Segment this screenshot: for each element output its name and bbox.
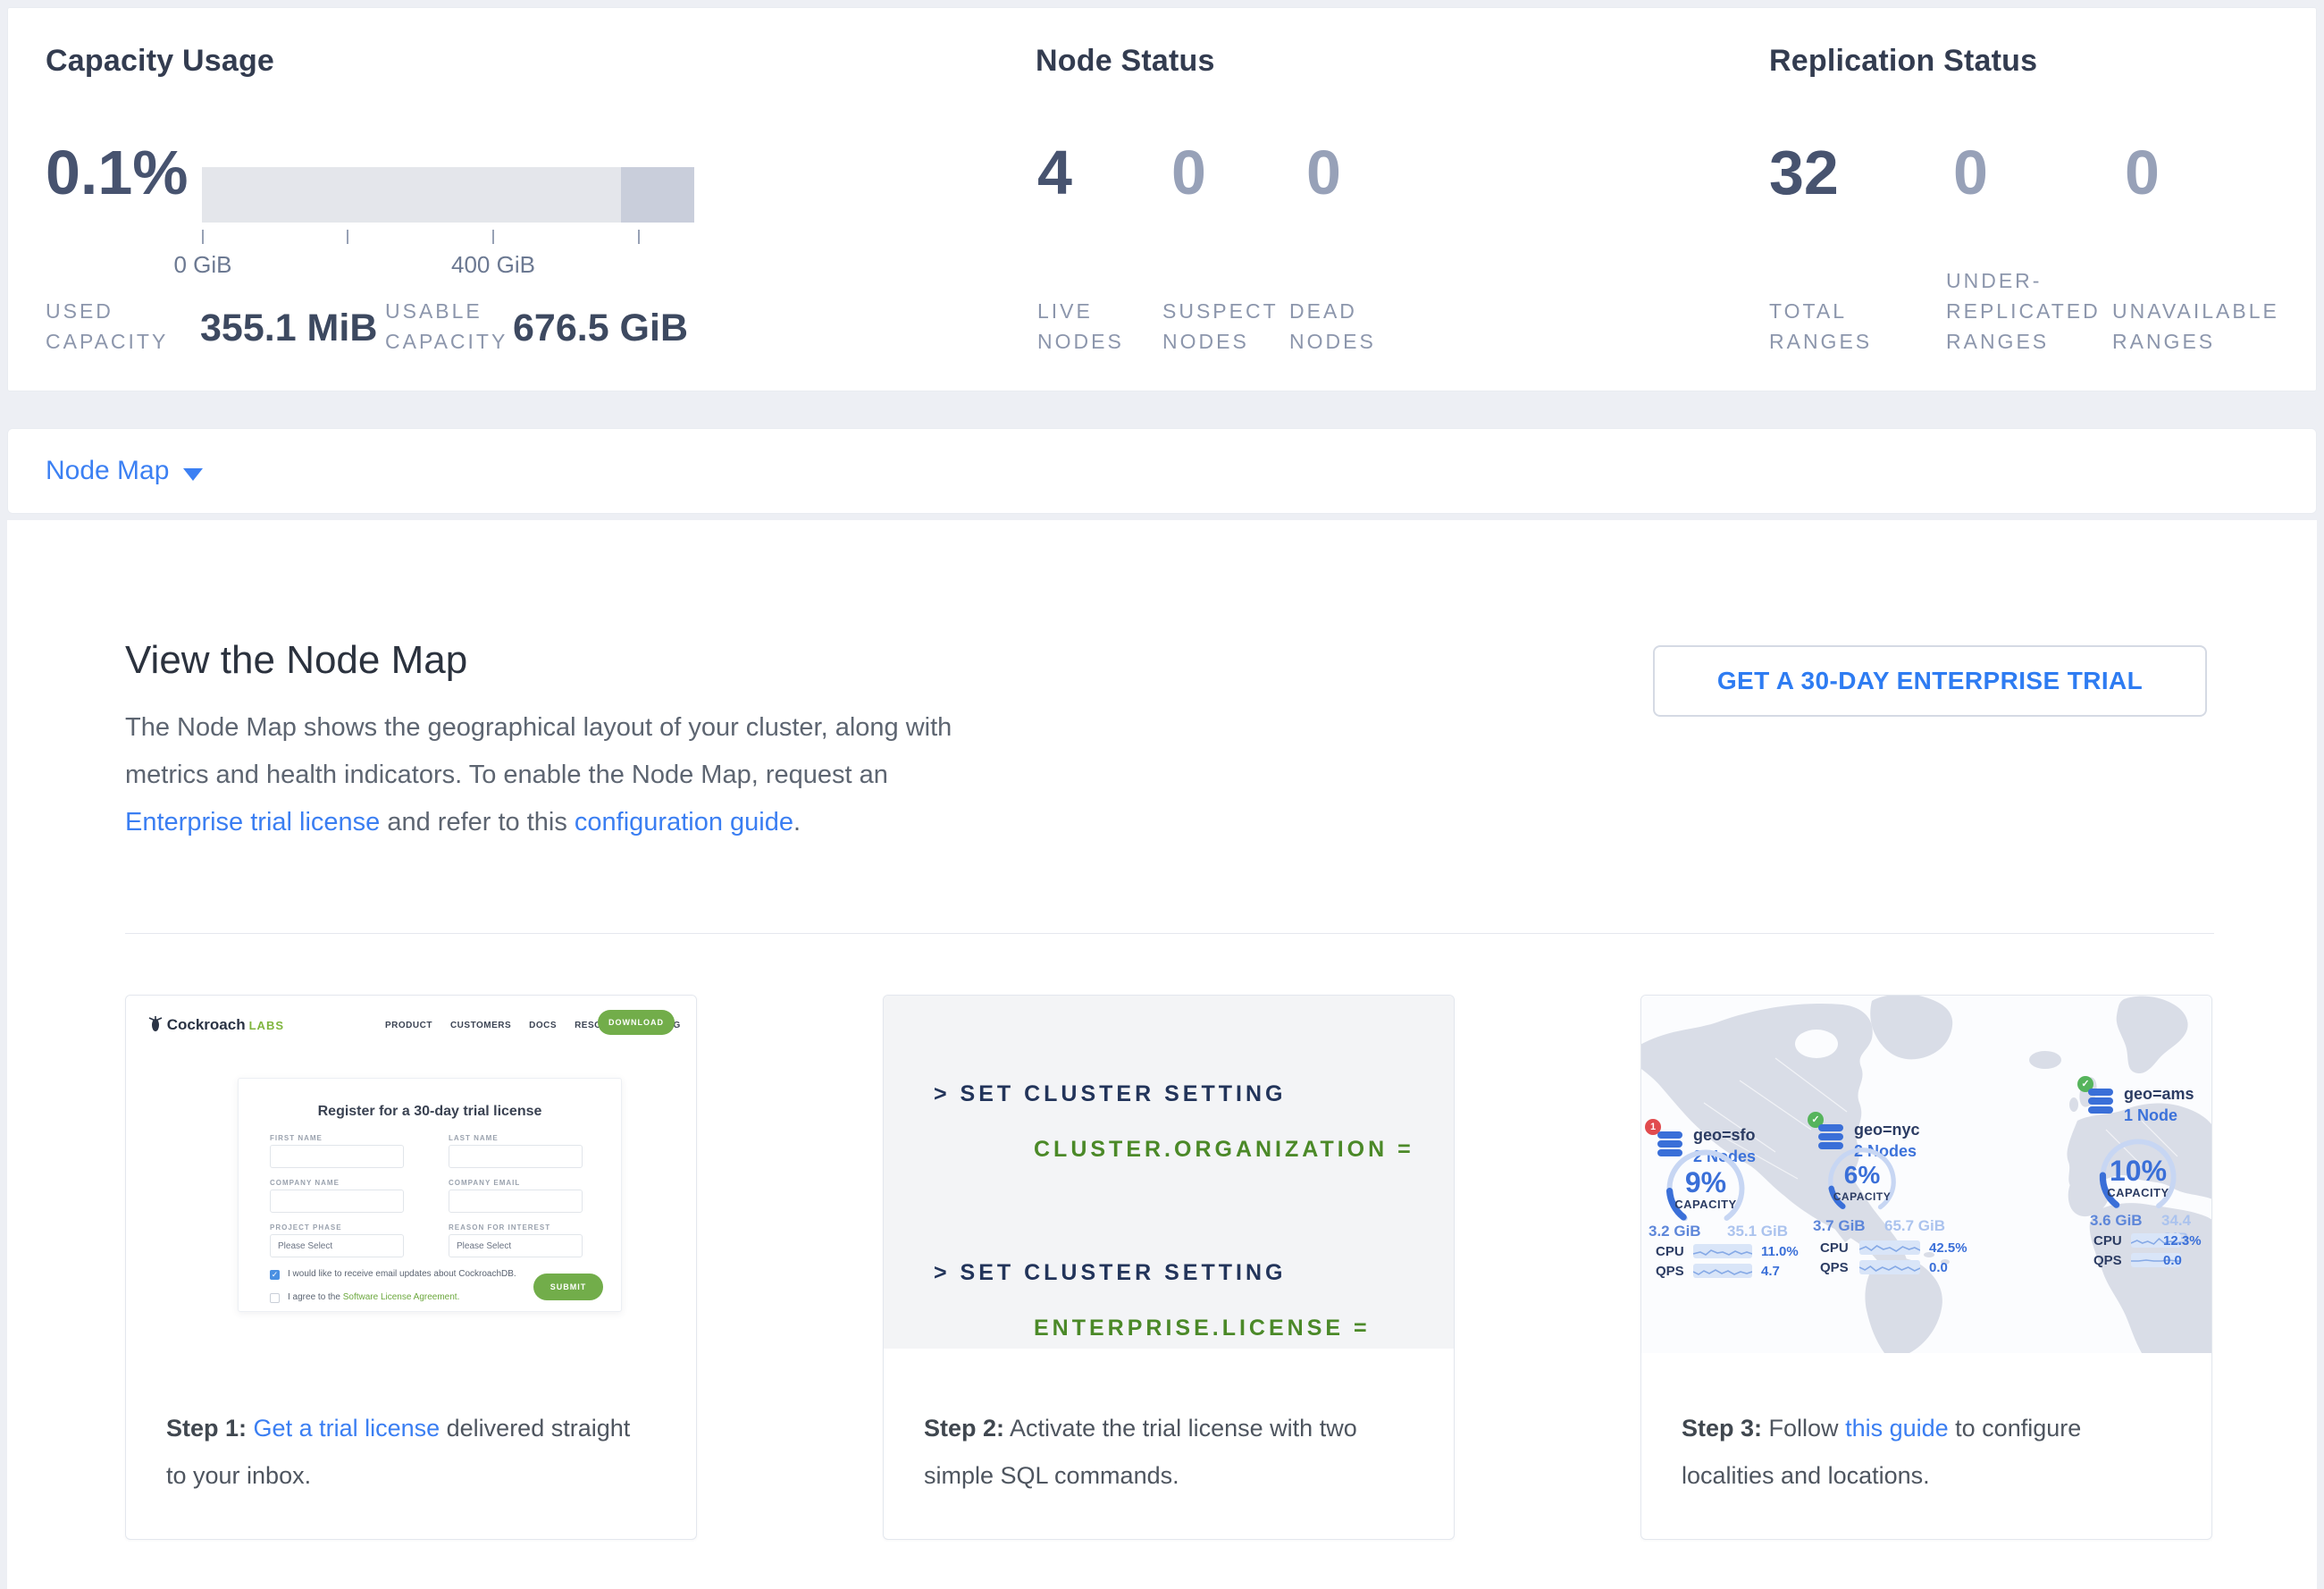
axis-tick: [492, 230, 494, 244]
dead-nodes-count: 0: [1306, 135, 1341, 210]
axis-tick-label: 0 GiB: [136, 251, 270, 279]
qps-label: QPS: [2093, 1253, 2122, 1268]
promo-text: The Node Map shows the geographical layo…: [125, 713, 952, 789]
sql-line: > SET CLUSTER SETTING: [934, 1081, 1286, 1107]
form-select: Please Select: [449, 1234, 583, 1257]
chevron-down-icon: [183, 468, 203, 481]
this-guide-link[interactable]: this guide: [1845, 1415, 1949, 1442]
form-input: [449, 1190, 583, 1213]
unavailable-ranges-count: 0: [2125, 135, 2160, 210]
usable-capacity-label: USABLECAPACITY: [385, 296, 508, 357]
axis-tick-label: 400 GiB: [426, 251, 560, 279]
get-trial-button[interactable]: GET A 30-DAY ENTERPRISE TRIAL: [1653, 645, 2207, 717]
step-1-caption: Step 1: Get a trial license delivered st…: [166, 1405, 656, 1500]
form-input: [270, 1190, 404, 1213]
node-map-thumbnail: 1 geo=sfo 2 Nodes 9%CAPACITY 3.2 GiB 35.…: [1641, 996, 2211, 1353]
enterprise-trial-license-link[interactable]: Enterprise trial license: [125, 808, 380, 837]
step-3-caption: Step 3: Follow this guide to configure l…: [1682, 1405, 2171, 1500]
dead-nodes-label: DEADNODES: [1289, 296, 1376, 357]
promo-heading: View the Node Map: [125, 638, 467, 683]
checkbox-unchecked-icon: [270, 1293, 280, 1303]
used-capacity-value: 355.1 MiB: [200, 307, 377, 350]
form-field-label: REASON FOR INTEREST: [449, 1223, 550, 1232]
checkbox-label: I agree to the Software License Agreemen…: [288, 1292, 459, 1302]
capacity-usage-title: Capacity Usage: [46, 44, 274, 79]
sql-line: > SET CLUSTER SETTING: [934, 1260, 1286, 1286]
under-replicated-ranges-count: 0: [1953, 135, 1988, 210]
view-selector-bar[interactable]: Node Map: [7, 428, 2317, 514]
step-1-card: CockroachLABS PRODUCTCUSTOMERSDOCSRESOUR…: [125, 995, 697, 1540]
replication-status-title: Replication Status: [1769, 44, 2037, 79]
locality-node-count: 1 Node: [2124, 1106, 2177, 1125]
cpu-label: CPU: [2093, 1233, 2122, 1248]
capacity-bar-nonusable-segment: [621, 167, 694, 223]
form-field-label: PROJECT PHASE: [270, 1223, 342, 1232]
checkbox-checked-icon: ✓: [270, 1270, 280, 1280]
step-2-caption: Step 2: Activate the trial license with …: [924, 1405, 1414, 1500]
axis-tick: [638, 230, 640, 244]
suspect-nodes-label: SUSPECTNODES: [1162, 296, 1279, 357]
form-input: [449, 1145, 583, 1168]
live-nodes-label: LIVENODES: [1037, 296, 1124, 357]
database-stack-icon: [2086, 1089, 2115, 1115]
checkbox-label: I would like to receive email updates ab…: [288, 1269, 516, 1279]
thumbnail-download-button: DOWNLOAD: [598, 1010, 675, 1035]
form-field-label: LAST NAME: [449, 1134, 499, 1142]
usable-capacity-value: 676.5 GiB: [513, 307, 688, 350]
capacity-ring: 10%CAPACITY: [2098, 1137, 2178, 1217]
qps-value: 0.0: [2163, 1253, 2182, 1268]
under-replicated-ranges-label: UNDER-REPLICATEDRANGES: [1946, 265, 2101, 357]
total-ranges-label: TOTALRANGES: [1769, 296, 1872, 357]
cpu-value: 12.3%: [2163, 1233, 2202, 1248]
axis-tick: [347, 230, 348, 244]
used-capacity-label: USEDCAPACITY: [46, 296, 168, 357]
form-field-label: FIRST NAME: [270, 1134, 323, 1142]
used-capacity: 3.6 GiB: [2090, 1212, 2143, 1230]
section-divider: [125, 933, 2214, 934]
unavailable-ranges-label: UNAVAILABLERANGES: [2112, 296, 2279, 357]
total-ranges-count: 32: [1769, 135, 1839, 210]
live-nodes-count: 4: [1037, 135, 1072, 210]
cluster-summary-panel: Capacity Usage 0.1% 0 GiB 400 GiB USEDCA…: [7, 7, 2317, 391]
cockroach-labs-logo: CockroachLABS: [148, 1015, 284, 1034]
suspect-nodes-count: 0: [1171, 135, 1206, 210]
form-field-label: COMPANY NAME: [270, 1179, 340, 1187]
axis-tick: [202, 230, 204, 244]
step-3-card: 1 geo=sfo 2 Nodes 9%CAPACITY 3.2 GiB 35.…: [1640, 995, 2212, 1540]
get-trial-license-link[interactable]: Get a trial license: [254, 1415, 440, 1442]
cluster-overview-page: Capacity Usage 0.1% 0 GiB 400 GiB USEDCA…: [0, 0, 2324, 1589]
trial-license-form: Register for a 30-day trial license FIRS…: [238, 1078, 622, 1312]
sql-line: ENTERPRISE.LICENSE =: [1034, 1316, 1371, 1341]
form-field-label: COMPANY EMAIL: [449, 1179, 520, 1187]
locality-name: geo=ams: [2124, 1085, 2194, 1104]
sql-commands-panel: > SET CLUSTER SETTING CLUSTER.ORGANIZATI…: [884, 996, 1454, 1349]
capacity-used-percent: 0.1%: [46, 135, 189, 210]
capacity-usage-bar: [202, 167, 694, 223]
thumbnail-submit-button: SUBMIT: [533, 1274, 603, 1300]
trial-signup-thumbnail: CockroachLABS PRODUCTCUSTOMERSDOCSRESOUR…: [126, 996, 696, 1344]
promo-text: .: [793, 808, 801, 837]
promo-text: and refer to this: [380, 808, 575, 837]
step-2-card: > SET CLUSTER SETTING CLUSTER.ORGANIZATI…: [883, 995, 1455, 1540]
form-input: [270, 1145, 404, 1168]
form-select: Please Select: [270, 1234, 404, 1257]
configuration-guide-link[interactable]: configuration guide: [575, 808, 793, 837]
locality-ams: ✓ geo=ams 1 Node 10%CAPACITY 3.6 GiB 34.…: [1641, 996, 2211, 1353]
sql-line: CLUSTER.ORGANIZATION =: [1034, 1137, 1414, 1163]
node-status-title: Node Status: [1036, 44, 1215, 79]
promo-description: The Node Map shows the geographical layo…: [125, 704, 996, 846]
node-map-promo-section: View the Node Map GET A 30-DAY ENTERPRIS…: [7, 520, 2317, 1589]
node-map-dropdown[interactable]: Node Map: [46, 456, 169, 486]
